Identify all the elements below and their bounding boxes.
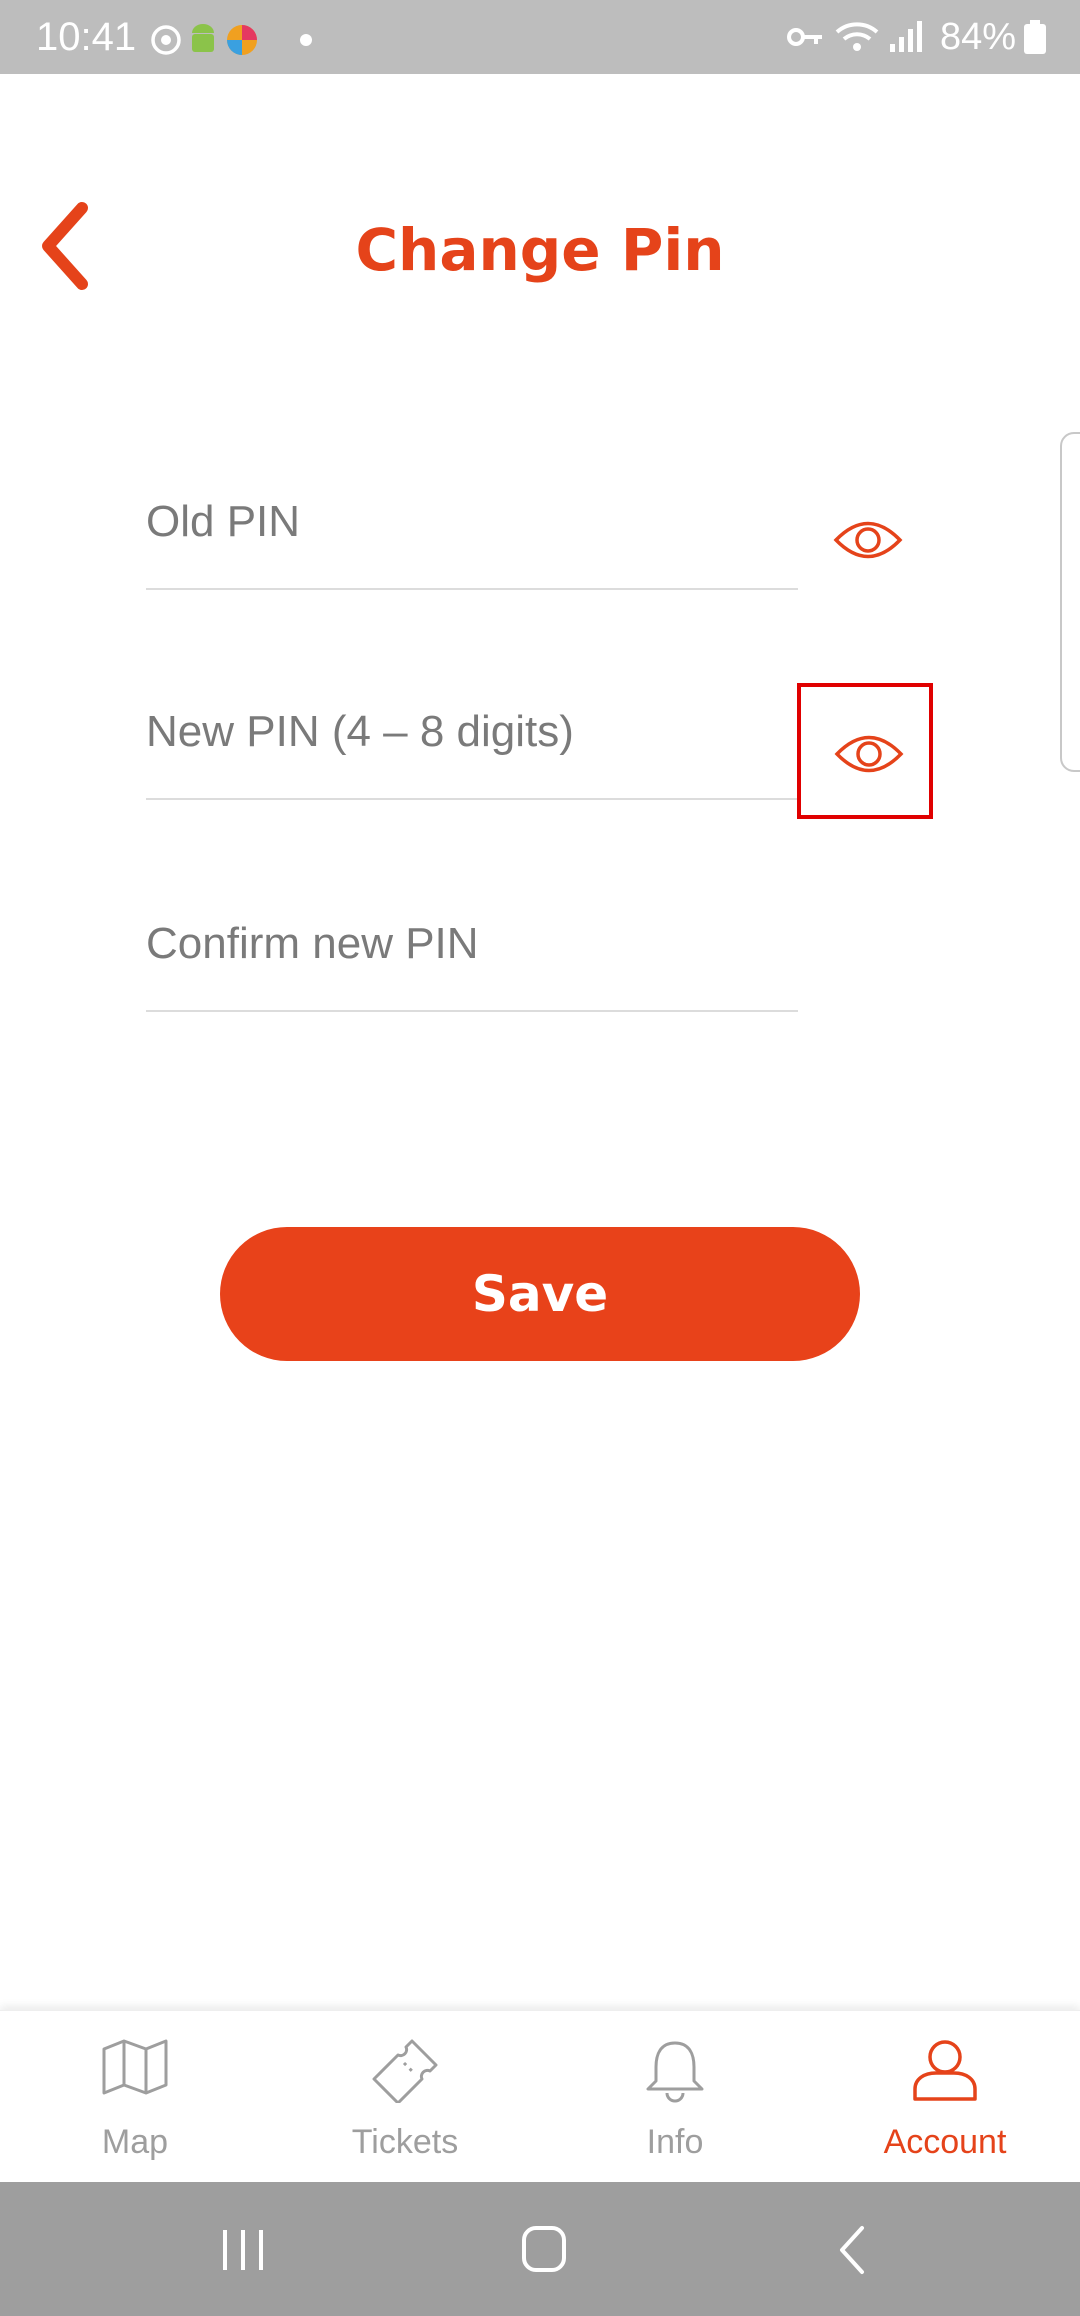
save-button[interactable]: Save bbox=[220, 1227, 860, 1361]
status-time: 10:41 bbox=[36, 15, 137, 59]
recents-icon bbox=[223, 2230, 263, 2270]
nav-item-info[interactable]: Info bbox=[540, 2011, 810, 2183]
bell-icon bbox=[646, 2041, 704, 2103]
eye-icon bbox=[833, 521, 903, 559]
eye-icon bbox=[834, 735, 904, 773]
status-left-icons bbox=[150, 20, 312, 60]
confirm-pin-field[interactable] bbox=[146, 872, 798, 1012]
nav-item-map[interactable]: Map bbox=[0, 2011, 270, 2183]
home-button[interactable] bbox=[484, 2202, 604, 2298]
nav-label-map: Map bbox=[101, 2123, 169, 2161]
bottom-nav: Map Tickets Info Account bbox=[0, 2010, 1080, 2183]
ticket-icon bbox=[372, 2039, 438, 2103]
old-pin-input[interactable] bbox=[146, 450, 798, 590]
nav-label-info: Info bbox=[646, 2123, 704, 2161]
system-back-button[interactable] bbox=[790, 2202, 910, 2298]
nav-item-account[interactable]: Account bbox=[810, 2011, 1080, 2183]
page-title: Change Pin bbox=[355, 216, 725, 284]
toggle-old-pin-visibility[interactable] bbox=[800, 473, 936, 609]
toggle-new-pin-visibility[interactable] bbox=[797, 683, 933, 819]
android-icon bbox=[192, 24, 214, 52]
nav-label-account: Account bbox=[883, 2123, 1007, 2161]
home-icon bbox=[522, 2226, 566, 2272]
recents-button[interactable] bbox=[183, 2202, 303, 2298]
edge-panel-handle[interactable] bbox=[1060, 432, 1080, 772]
signal-icon bbox=[890, 21, 922, 52]
map-icon bbox=[102, 2039, 168, 2095]
status-bar: 10:41 84% bbox=[0, 0, 1080, 74]
wifi-icon bbox=[835, 22, 879, 51]
new-pin-input[interactable] bbox=[146, 660, 798, 800]
vpn-key-icon bbox=[787, 28, 822, 46]
confirm-pin-input[interactable] bbox=[146, 872, 798, 1012]
sync-icon bbox=[151, 25, 181, 55]
old-pin-field[interactable] bbox=[146, 450, 798, 590]
dot-icon bbox=[300, 34, 312, 46]
back-icon bbox=[840, 2226, 864, 2274]
battery-icon bbox=[1024, 20, 1046, 54]
new-pin-field[interactable] bbox=[146, 660, 798, 800]
battery-percent: 84% bbox=[939, 16, 1016, 58]
nav-label-tickets: Tickets bbox=[351, 2123, 459, 2161]
system-nav-bar bbox=[0, 2182, 1080, 2316]
nav-item-tickets[interactable]: Tickets bbox=[270, 2011, 540, 2183]
app-icon bbox=[227, 25, 257, 55]
person-icon bbox=[913, 2040, 977, 2101]
